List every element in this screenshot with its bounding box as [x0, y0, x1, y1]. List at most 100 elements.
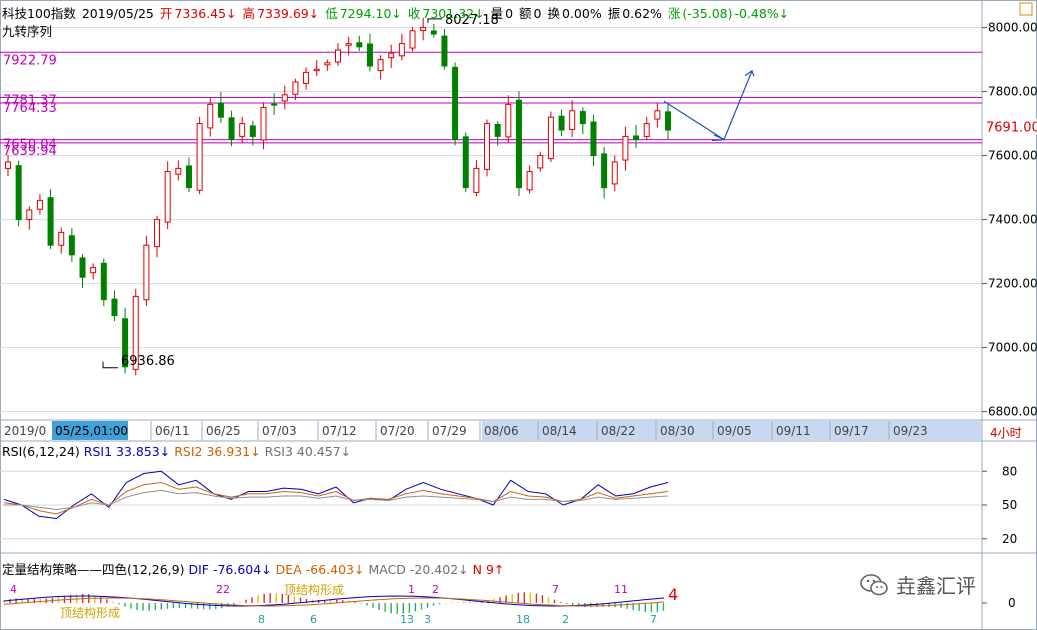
candle-body-62 [665, 111, 671, 131]
low-label: 低 [325, 6, 338, 21]
time-axis-start: 2019/0 [4, 424, 46, 438]
level-label-0: 7922.79 [3, 53, 57, 68]
candle-body-29 [313, 68, 320, 72]
candle-body-15 [164, 171, 171, 223]
ytick-label-7600: 7600.00 [988, 149, 1037, 163]
macd-count-pink-1: 22 [216, 583, 230, 596]
macd-count-pink-0: 4 [10, 583, 17, 596]
macd-zero-label: 0 [1008, 596, 1016, 610]
close-label: 收 [407, 6, 421, 21]
timeframe-selector[interactable]: 4小时 [990, 424, 1022, 441]
macd-signal-text-0: 顶结构形成 [60, 605, 120, 620]
candle-body-52 [558, 115, 565, 131]
candle-body-3 [36, 199, 43, 210]
amount-value: 0 [533, 6, 542, 21]
current-price-label: 7691.00 [986, 120, 1037, 135]
ytick-label-7400: 7400.00 [988, 213, 1037, 227]
rsi2-value: 36.931↓ [206, 444, 261, 459]
low-marker-line [102, 361, 118, 369]
time-label-11: 09/11 [776, 424, 811, 438]
candle-body-7 [79, 257, 86, 278]
time-label-12: 09/17 [834, 424, 869, 438]
macd-title: 定量结构策略——四色(12,26,9) [2, 562, 185, 577]
n-label: N [472, 562, 482, 577]
macd-marker: 4 [668, 585, 678, 604]
rsi2-label: RSI2 [174, 444, 203, 459]
candle-body-47 [505, 103, 512, 138]
candle-body-41 [441, 35, 448, 67]
level-label-2: 7764.33 [3, 101, 57, 116]
dif-label: DIF [188, 562, 209, 577]
candle-body-60 [643, 123, 650, 137]
macd-label: MACD [368, 562, 406, 577]
candle-body-35 [377, 59, 384, 72]
time-label-9: 08/30 [660, 424, 695, 438]
open-value: 7336.45↓ [174, 6, 237, 21]
time-label-7: 08/14 [542, 424, 577, 438]
candle-body-25 [271, 103, 278, 106]
candle-body-10 [111, 298, 118, 317]
macd-count-cyan-1: 6 [310, 613, 317, 626]
time-label-13: 09/23 [893, 424, 928, 438]
macd-header: 定量结构策略——四色(12,26,9) DIF -76.604↓ DEA -66… [2, 559, 504, 578]
high-value: 7339.69↓ [257, 6, 320, 21]
candle-body-39 [420, 27, 427, 31]
candle-body-16 [175, 167, 182, 175]
macd-count-cyan-6: 7 [650, 613, 657, 626]
candle-body-24 [260, 107, 267, 141]
macd-dif-line [3, 595, 665, 607]
macd-signal-text-1: 顶结构形成 [284, 582, 344, 597]
candle-body-13 [143, 244, 150, 301]
candle-body-40 [430, 30, 437, 35]
candle-body-51 [547, 116, 554, 160]
candle-body-36 [388, 52, 395, 59]
turnover-value: 0.00% [561, 6, 602, 21]
candle-body-48 [515, 99, 522, 189]
macd-count-pink-5: 11 [614, 583, 628, 596]
candle-body-30 [324, 62, 331, 66]
candle-body-46 [494, 123, 501, 137]
open-label: 开 [159, 6, 173, 21]
volume-label: 量 [490, 6, 504, 21]
macd-count-cyan-4: 18 [516, 613, 530, 626]
candle-body-1 [15, 165, 22, 221]
macd-count-pink-3: 2 [432, 583, 439, 596]
candle-body-44 [473, 167, 480, 193]
ytick-label-7000: 7000.00 [988, 341, 1037, 355]
rsi-line-RSI3 [4, 489, 669, 511]
dif-value: -76.604↓ [212, 562, 272, 577]
rsi-tick-label-20: 20 [1002, 532, 1017, 546]
candle-body-18 [196, 123, 203, 191]
candle-body-58 [622, 135, 629, 161]
change-percent: -0.48%↓ [734, 6, 790, 21]
rsi3-label: RSI3 [264, 444, 293, 459]
chart-svg[interactable]: 6800.007000.007200.007400.007600.007800.… [0, 0, 1037, 630]
candle-body-22 [239, 123, 246, 137]
macd-count-cyan-0: 8 [258, 613, 265, 626]
time-label-3: 07/12 [322, 424, 357, 438]
rsi-header: RSI(6,12,24) RSI1 33.853↓ RSI2 36.931↓ R… [2, 444, 351, 459]
rsi-title: RSI(6,12,24) [2, 444, 80, 459]
candle-body-38 [409, 30, 416, 49]
indicator-subtitle: 九转序列 [2, 24, 53, 39]
low-price-label: 6936.86 [121, 354, 175, 369]
time-label-2: 07/03 [262, 424, 297, 438]
n-value: 9↑ [485, 562, 505, 577]
time-label-6: 08/06 [484, 424, 519, 438]
ytick-label-7200: 7200.00 [988, 277, 1037, 291]
candle-body-61 [654, 110, 661, 120]
time-label-4: 07/20 [380, 424, 415, 438]
candle-body-27 [292, 81, 299, 95]
ytick-label-7800: 7800.00 [988, 85, 1037, 99]
rsi-tick-label-80: 80 [1002, 464, 1017, 478]
volume-value: 0 [505, 6, 514, 21]
candle-body-37 [398, 43, 405, 57]
chart-stage: 6800.00 7000.00 7200.00 7400.00 7600.00 7800.… [0, 0, 1037, 630]
candle-body-20 [217, 102, 224, 118]
candle-body-42 [452, 66, 459, 141]
wechat-icon [860, 574, 888, 601]
rsi3-value: 40.457↓ [296, 444, 352, 459]
watermark-text: 垚鑫汇评 [896, 574, 976, 598]
turnover-label: 换 [547, 6, 560, 21]
dea-label: DEA [275, 562, 302, 577]
